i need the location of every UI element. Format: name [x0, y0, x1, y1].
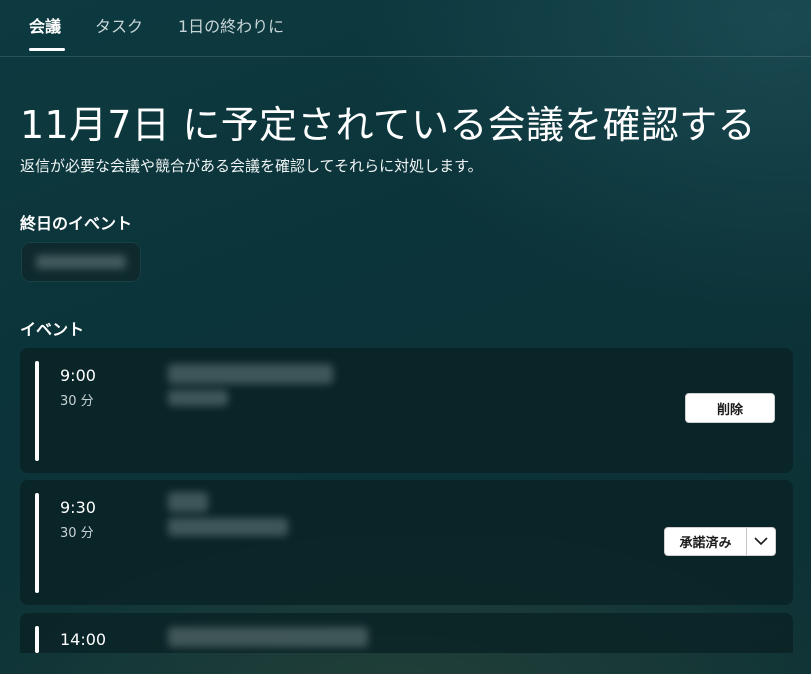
event-duration: 30 分 — [60, 526, 94, 541]
events-section-title: イベント — [20, 320, 85, 339]
response-dropdown-button[interactable] — [747, 528, 775, 555]
event-card[interactable]: 9:00 30 分 削除 — [20, 348, 793, 473]
chevron-down-icon — [754, 537, 768, 546]
redacted-title — [168, 627, 368, 647]
tab-tasks[interactable]: タスク — [95, 13, 143, 37]
redacted-detail — [168, 518, 288, 536]
tab-bar: 会議 タスク 1日の終わりに — [0, 0, 811, 57]
event-card[interactable]: 14:00 — [20, 613, 793, 653]
tab-end-of-day[interactable]: 1日の終わりに — [178, 13, 284, 37]
page-subtitle: 返信が必要な会議や競合がある会議を確認してそれらに対処します。 — [20, 157, 483, 175]
page-title: 11月7日 に予定されている会議を確認する — [20, 103, 756, 147]
redacted-text — [36, 255, 126, 269]
delete-button[interactable]: 削除 — [685, 393, 775, 423]
all-day-event-chip[interactable] — [22, 243, 140, 281]
tab-meetings[interactable]: 会議 — [29, 13, 61, 37]
event-accent-bar — [35, 361, 39, 461]
event-card[interactable]: 9:30 30 分 承諾済み — [20, 480, 793, 605]
active-tab-indicator — [29, 48, 65, 51]
redacted-title — [168, 492, 208, 512]
event-time: 9:30 — [60, 498, 96, 517]
all-day-section-title: 終日のイベント — [20, 214, 133, 233]
event-accent-bar — [35, 493, 39, 593]
accepted-button[interactable]: 承諾済み — [665, 528, 747, 555]
event-time: 14:00 — [60, 630, 107, 649]
redacted-title — [168, 364, 333, 384]
redacted-detail — [168, 390, 228, 406]
event-accent-bar — [35, 626, 39, 653]
event-time: 9:00 — [60, 366, 96, 385]
response-split-button: 承諾済み — [664, 527, 776, 556]
event-duration: 30 分 — [60, 394, 94, 409]
